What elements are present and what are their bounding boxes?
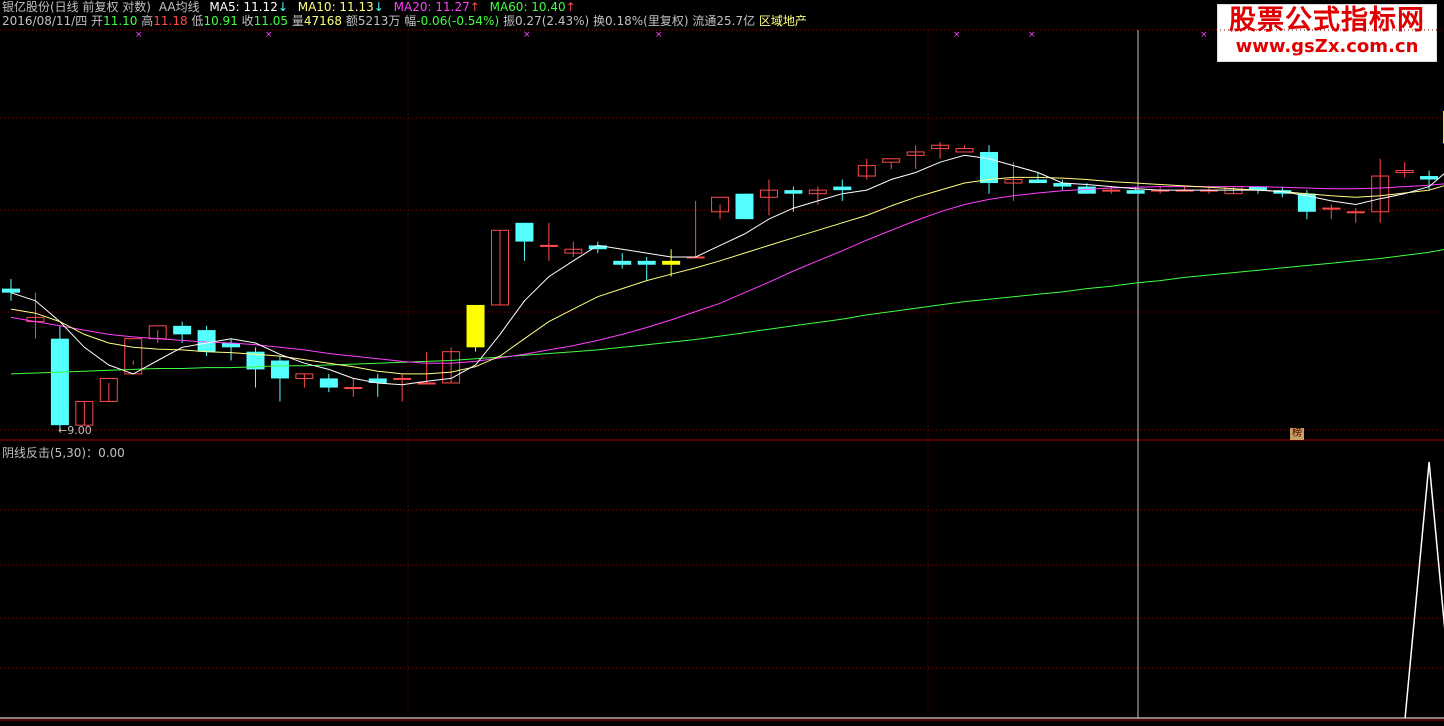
candle-body <box>539 244 558 247</box>
candle-body <box>637 260 656 265</box>
candle-body <box>613 260 632 265</box>
candle-body <box>466 304 485 348</box>
candle-body <box>1346 211 1365 214</box>
candle-body <box>515 222 534 242</box>
candle-body <box>882 158 901 163</box>
signal-marker: × <box>953 30 961 40</box>
candle-body <box>344 387 363 390</box>
candle-body <box>50 338 69 426</box>
candle-body <box>735 193 754 220</box>
candle-body <box>417 382 436 385</box>
candle-body <box>1102 189 1121 192</box>
candle-body <box>319 378 338 388</box>
signal-marker: × <box>135 30 143 40</box>
candle-body <box>1126 190 1145 194</box>
bang-badge[interactable]: 榜 <box>1290 428 1304 440</box>
signal-marker: × <box>1200 30 1208 40</box>
candle-body <box>2 288 20 293</box>
kline-chart[interactable]: × × × × × × × <box>0 0 1444 726</box>
candle-body <box>270 360 289 379</box>
candle-body <box>1028 179 1047 184</box>
signal-marker: × <box>265 30 273 40</box>
candle-body <box>1420 176 1439 180</box>
indicator-label: 阴线反击(5,30)：0.00 <box>2 446 125 460</box>
candle-body <box>1297 193 1316 212</box>
candle-body <box>662 260 681 265</box>
signal-marker: × <box>523 30 531 40</box>
candle-body <box>1322 207 1341 210</box>
candle-body <box>197 330 216 352</box>
candle-body <box>980 151 998 184</box>
candle-body <box>173 325 192 335</box>
signal-marker: × <box>1028 30 1036 40</box>
low-price-marker: ←9.00 <box>58 424 92 437</box>
candle-body <box>955 148 974 153</box>
candle-body <box>784 190 803 194</box>
signal-marker: × <box>655 30 663 40</box>
candle-body <box>393 377 412 380</box>
indicator-spike <box>1404 461 1444 719</box>
candle-body <box>833 186 852 191</box>
candle-body <box>124 338 143 375</box>
